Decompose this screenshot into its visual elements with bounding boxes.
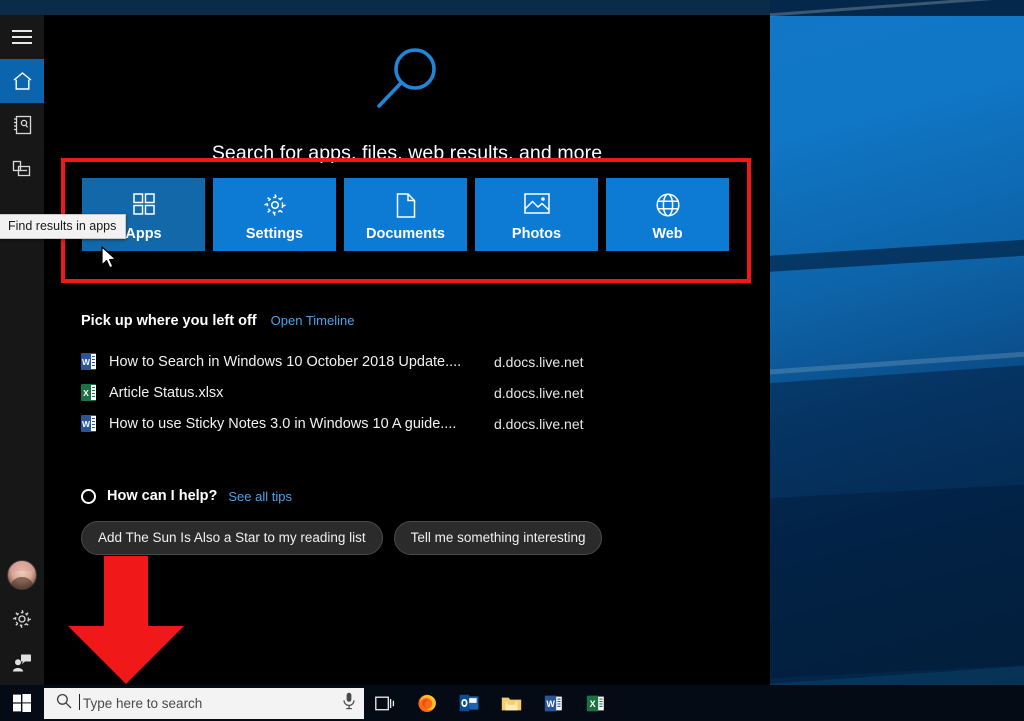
gear-icon — [213, 193, 336, 219]
folder-icon[interactable] — [490, 685, 532, 721]
search-icon — [56, 693, 72, 714]
windows-desktop: Search for apps, files, web results, and… — [0, 0, 1024, 721]
tile-label: Apps — [125, 226, 162, 242]
timeline-title: Pick up where you left off — [81, 313, 257, 329]
svg-text:W: W — [546, 698, 555, 708]
avatar[interactable] — [0, 553, 44, 597]
cortana-circle-icon — [81, 488, 96, 504]
firefox-icon[interactable] — [406, 685, 448, 721]
excel-document-icon: X — [81, 384, 109, 401]
tile-settings[interactable]: Settings — [213, 178, 336, 251]
search-input[interactable]: Type here to search — [44, 687, 364, 719]
see-all-tips-link[interactable]: See all tips — [228, 489, 292, 504]
tooltip-find-results-in-apps: Find results in apps — [0, 214, 127, 239]
timeline-item-source: d.docs.live.net — [494, 384, 584, 401]
outlook-icon[interactable] — [448, 685, 490, 721]
microphone-icon[interactable] — [342, 692, 356, 715]
suggestion-chip[interactable]: Add The Sun Is Also a Star to my reading… — [81, 521, 383, 555]
magnifier-icon — [44, 47, 770, 113]
taskbar: Type here to search W X — [0, 685, 1024, 721]
sidebar-item-collections[interactable] — [0, 147, 44, 191]
timeline-item-source: d.docs.live.net — [494, 415, 584, 432]
tile-web[interactable]: Web — [606, 178, 729, 251]
document-page-icon — [344, 193, 467, 219]
help-header: How can I help? See all tips — [81, 488, 741, 504]
excel-icon[interactable]: X — [574, 685, 616, 721]
svg-text:X: X — [589, 698, 595, 708]
list-item[interactable]: W How to Search in Windows 10 October 20… — [81, 346, 741, 377]
timeline-item-name: How to use Sticky Notes 3.0 in Windows 1… — [109, 415, 457, 432]
page-title: Search for apps, files, web results, and… — [211, 142, 603, 164]
timeline-item-source: d.docs.live.net — [494, 353, 584, 370]
tile-label: Photos — [511, 226, 562, 242]
word-icon[interactable]: W — [532, 685, 574, 721]
tile-label: Settings — [245, 226, 304, 242]
task-view-icon[interactable] — [364, 685, 406, 721]
timeline-header: Pick up where you left off Open Timeline — [81, 313, 741, 329]
suggestion-chips: Add The Sun Is Also a Star to my reading… — [81, 521, 741, 555]
user-avatar — [7, 560, 37, 590]
timeline-section: Pick up where you left off Open Timeline… — [81, 313, 741, 439]
word-document-icon: W — [81, 415, 109, 432]
help-title: How can I help? — [107, 488, 218, 504]
timeline-item-name: How to Search in Windows 10 October 2018… — [109, 353, 462, 370]
timeline-item-name: Article Status.xlsx — [109, 384, 224, 401]
start-button[interactable] — [0, 685, 44, 721]
cortana-navigation-rail — [0, 15, 44, 685]
list-item[interactable]: X Article Status.xlsx d.docs.live.net — [81, 377, 741, 408]
timeline-rows: W How to Search in Windows 10 October 20… — [81, 346, 741, 439]
tile-label: Documents — [366, 226, 445, 242]
search-placeholder: Type here to search — [79, 693, 342, 711]
globe-icon — [606, 193, 729, 219]
gear-icon[interactable] — [0, 597, 44, 641]
sidebar-item-notebook[interactable] — [0, 103, 44, 147]
tile-label: Web — [652, 226, 683, 242]
tile-documents[interactable]: Documents — [344, 178, 467, 251]
photo-picture-icon — [475, 193, 598, 219]
search-filter-tiles: Apps Settings Documents Photos Web — [82, 178, 729, 251]
cortana-help-section: How can I help? See all tips Add The Sun… — [81, 488, 741, 555]
hamburger-menu-icon[interactable] — [0, 15, 44, 59]
open-timeline-link[interactable]: Open Timeline — [271, 313, 355, 328]
suggestion-chip[interactable]: Tell me something interesting — [393, 521, 603, 555]
list-item[interactable]: W How to use Sticky Notes 3.0 in Windows… — [81, 408, 741, 439]
feedback-icon[interactable] — [0, 641, 44, 685]
word-document-icon: W — [81, 353, 109, 370]
panel-top-strip — [0, 0, 770, 15]
sidebar-item-home[interactable] — [0, 59, 44, 103]
search-panel-content: Search for apps, files, web results, and… — [0, 15, 770, 685]
tile-photos[interactable]: Photos — [475, 178, 598, 251]
